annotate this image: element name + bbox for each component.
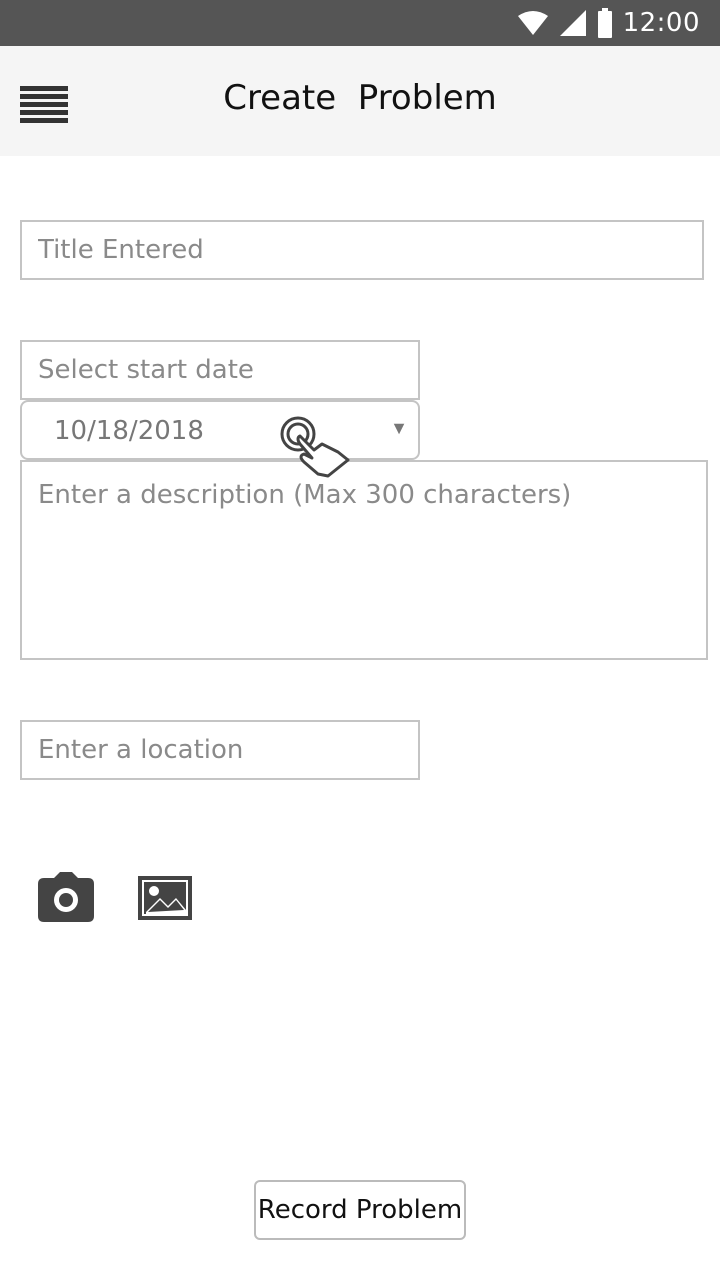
location-input[interactable] (20, 720, 420, 780)
triangle-down-icon: ▼ (390, 418, 408, 438)
camera-icon[interactable] (38, 872, 94, 922)
image-gallery-icon[interactable] (138, 876, 194, 922)
signal-icon (559, 10, 586, 36)
app-bar: Create Problem (0, 46, 720, 156)
wifi-icon (517, 11, 548, 35)
title-input[interactable] (20, 220, 704, 280)
start-date-input[interactable] (20, 340, 420, 400)
date-select-value: 10/18/2018 (54, 416, 204, 446)
date-select[interactable]: 10/18/2018 ▼ (20, 400, 420, 460)
battery-icon (597, 8, 612, 38)
status-icons: 12:00 (517, 8, 700, 38)
record-problem-button[interactable]: Record Problem (254, 1180, 466, 1240)
status-time: 12:00 (622, 8, 700, 38)
status-bar: 12:00 (0, 0, 720, 46)
page-title: Create Problem (223, 78, 497, 118)
description-textarea[interactable] (20, 460, 708, 660)
